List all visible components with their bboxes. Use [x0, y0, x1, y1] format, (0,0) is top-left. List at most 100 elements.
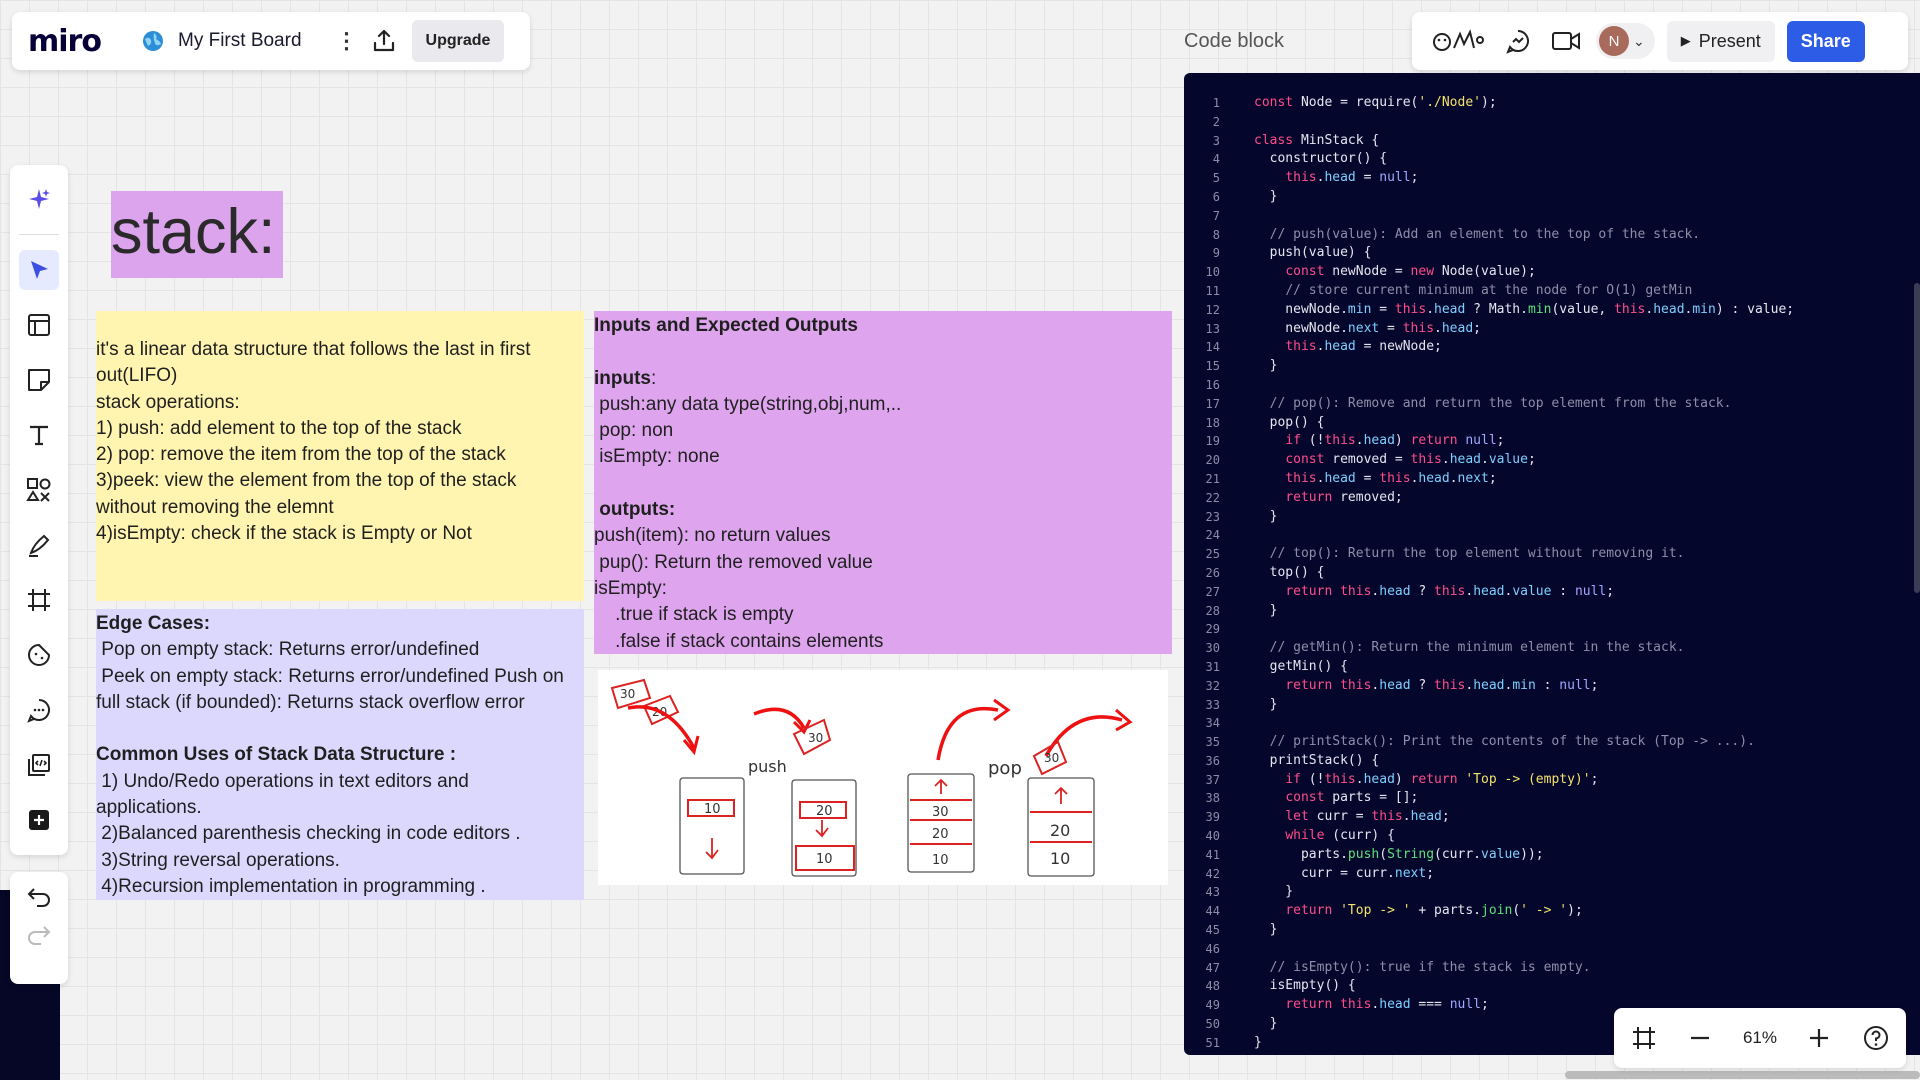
code-text: this.head = newNode;: [1285, 339, 1442, 355]
more-options-icon[interactable]: ⋮: [336, 28, 358, 54]
code-scrollbar[interactable]: [1914, 283, 1920, 593]
code-text: return removed;: [1285, 489, 1403, 505]
line-number: 48: [1205, 979, 1220, 994]
select-arrow-icon[interactable]: [19, 250, 59, 290]
video-call-icon[interactable]: [1548, 23, 1584, 59]
line-number: 24: [1205, 528, 1220, 543]
line-number: 18: [1205, 415, 1220, 430]
fit-to-screen-icon[interactable]: [1630, 1024, 1658, 1052]
upgrade-button[interactable]: Upgrade: [411, 20, 505, 62]
stack-definition-note[interactable]: it's a linear data structure that follow…: [96, 311, 584, 601]
frame-icon[interactable]: [19, 580, 59, 620]
pen-icon[interactable]: [19, 525, 59, 565]
code-text: // pop(): Remove and return the top elem…: [1269, 395, 1732, 411]
export-icon[interactable]: [370, 27, 398, 55]
note-line: 1) push: add element to the top of the s…: [96, 417, 462, 439]
code-line: 41 parts.push(String(curr.value));: [1184, 846, 1920, 865]
code-lines: 1 const Node = require('./Node'); 2 3 class …: [1184, 94, 1920, 1055]
reactions-icon[interactable]: [1428, 23, 1488, 59]
code-editor[interactable]: 1 const Node = require('./Node'); 2 3 class …: [1184, 73, 1920, 1055]
code-line: 22 return removed;: [1184, 489, 1920, 508]
sticker-icon[interactable]: [19, 635, 59, 675]
zoom-level[interactable]: 61%: [1743, 1028, 1777, 1048]
undo-icon[interactable]: [25, 886, 53, 908]
code-text: if (!this.head) return null;: [1285, 433, 1505, 449]
code-line: 32 return this.head ? this.head.min : nu…: [1184, 677, 1920, 696]
note-line: 2) pop: remove the item from the top of …: [96, 444, 506, 466]
code-line: 38 const parts = [];: [1184, 789, 1920, 808]
line-number: 1: [1212, 96, 1220, 110]
line-number: 39: [1205, 810, 1220, 825]
line-number: 25: [1205, 547, 1220, 562]
code-text: // top(): Return the top element without…: [1269, 546, 1685, 562]
horizontal-scrollbar[interactable]: [1565, 1071, 1920, 1079]
code-line: 29: [1184, 620, 1920, 639]
globe-icon[interactable]: [142, 30, 164, 52]
code-line: 8 // push(value): Add an element to the …: [1184, 226, 1920, 245]
text-icon[interactable]: [19, 415, 59, 455]
code-text: class MinStack {: [1254, 132, 1380, 148]
line-number: 30: [1205, 641, 1220, 656]
line-number: 5: [1212, 171, 1220, 186]
sketch-number: 10: [704, 802, 721, 817]
code-text: // store current minimum at the node for…: [1285, 282, 1693, 298]
inputs-outputs-note[interactable]: Inputs and Expected Outputs inputs: push…: [594, 311, 1172, 654]
shapes-icon[interactable]: [19, 470, 59, 510]
board-title: stack:: [111, 197, 276, 267]
chat-icon[interactable]: [1500, 23, 1536, 59]
sketch-number: 10: [816, 852, 833, 867]
zoom-controls: 61%: [1614, 1008, 1906, 1068]
stack-sketch-image[interactable]: 30 20 10 push 30 20 10 30 20 10 pop 30 2…: [598, 670, 1168, 885]
present-button[interactable]: ▶ Present: [1666, 20, 1775, 62]
help-icon[interactable]: [1862, 1024, 1890, 1052]
code-text: }: [1254, 602, 1278, 618]
share-button[interactable]: Share: [1786, 20, 1865, 62]
code-line: 23 }: [1184, 508, 1920, 527]
code-line: 34: [1184, 714, 1920, 733]
zoom-out-icon[interactable]: [1688, 1026, 1712, 1050]
line-number: 49: [1205, 998, 1220, 1013]
code-text: curr = curr.next;: [1254, 865, 1435, 881]
edge-cases-heading: Edge Cases:: [96, 613, 211, 634]
push-label: push: [748, 757, 787, 776]
line-number: 26: [1205, 565, 1220, 580]
code-line: 24: [1184, 526, 1920, 545]
embed-code-icon[interactable]: [19, 745, 59, 785]
avatar[interactable]: N: [1599, 26, 1629, 56]
code-text: isEmpty() {: [1254, 978, 1356, 994]
note-line: 2)Balanced parenthesis checking in code …: [96, 823, 521, 845]
board-title-box[interactable]: stack:: [111, 191, 283, 278]
ai-sparkle-icon[interactable]: [19, 179, 59, 219]
board-name[interactable]: My First Board: [178, 30, 302, 52]
line-number: 20: [1205, 453, 1220, 468]
sketch-number: 10: [932, 853, 949, 868]
user-menu[interactable]: N ⌄: [1596, 23, 1655, 59]
zoom-in-icon[interactable]: [1807, 1026, 1831, 1050]
note-line: push:any data type(string,obj,num,..: [594, 393, 902, 415]
miro-logo[interactable]: miro: [28, 24, 128, 59]
comment-icon[interactable]: [19, 690, 59, 730]
code-line: 16: [1184, 376, 1920, 395]
chevron-down-icon[interactable]: ⌄: [1633, 33, 1645, 50]
outputs-heading: outputs:: [594, 499, 676, 521]
line-number: 4: [1212, 152, 1220, 167]
templates-icon[interactable]: [19, 305, 59, 345]
note-line: .false if stack contains elements: [594, 630, 884, 652]
line-number: 32: [1205, 678, 1220, 693]
redo-icon[interactable]: [25, 924, 53, 946]
line-number: 37: [1205, 772, 1220, 787]
code-line: 10 const newNode = new Node(value);: [1184, 263, 1920, 282]
note-line: 3)peek: view the element from the top of…: [96, 470, 517, 492]
code-text: constructor() {: [1254, 151, 1388, 167]
code-text: }: [1254, 696, 1278, 712]
sticky-note-icon[interactable]: [19, 360, 59, 400]
inputs-outputs-heading: Inputs and Expected Outputs: [594, 315, 858, 336]
add-more-icon[interactable]: [19, 800, 59, 840]
sketch-number: 20: [816, 804, 833, 819]
code-line: 17 // pop(): Remove and return the top e…: [1184, 395, 1920, 414]
code-text: return 'Top -> ' + parts.join(' -> ');: [1285, 903, 1583, 919]
line-number: 12: [1205, 302, 1220, 317]
line-number: 52: [1184, 1053, 1220, 1056]
note-line: out(LIFO): [96, 365, 178, 387]
edge-cases-note[interactable]: Edge Cases: Pop on empty stack: Returns …: [96, 609, 584, 900]
